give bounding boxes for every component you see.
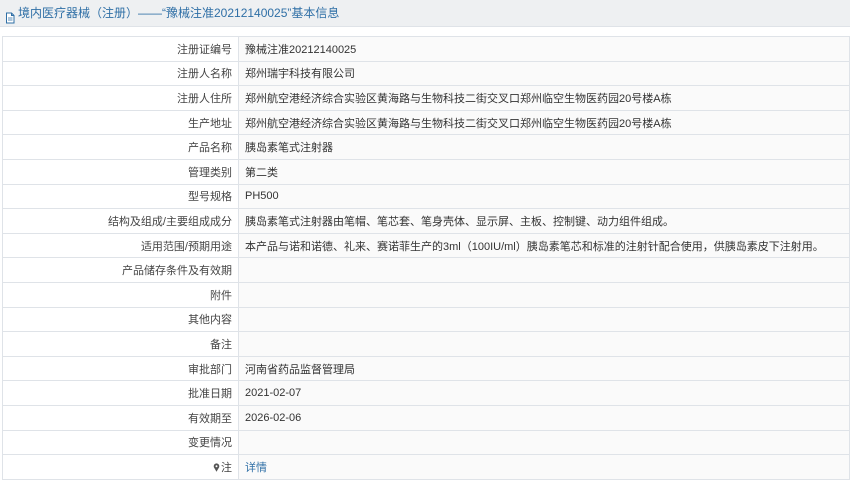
row-value: 河南省药品监督管理局 bbox=[238, 355, 850, 382]
row-label: 注册人住所 bbox=[2, 85, 239, 111]
row-label: 适用范围/预期用途 bbox=[2, 232, 239, 259]
pin-icon bbox=[213, 463, 220, 472]
table-row: 注册证编号 豫械注准20212140025 bbox=[2, 36, 850, 62]
row-label: 有效期至 bbox=[2, 404, 239, 431]
table-row: 管理类别 第二类 bbox=[2, 158, 850, 185]
row-value: 郑州航空港经济综合实验区黄海路与生物科技二街交叉口郑州临空生物医药园20号楼A栋 bbox=[238, 109, 850, 136]
note-row: 注 详情 bbox=[2, 454, 850, 480]
row-value: 本产品与诺和诺德、礼来、赛诺菲生产的3ml（100IU/ml）胰岛素笔芯和标准的… bbox=[238, 232, 850, 259]
detail-link[interactable]: 详情 bbox=[245, 462, 267, 474]
row-value: 第二类 bbox=[238, 158, 850, 185]
note-label-cell: 注 bbox=[2, 454, 239, 480]
page-title: 境内医疗器械（注册）——“豫械注准20212140025”基本信息 bbox=[18, 6, 340, 20]
table-row: 批准日期 2021-02-07 bbox=[2, 380, 850, 406]
row-label: 备注 bbox=[2, 331, 239, 357]
table-row: 产品储存条件及有效期 bbox=[2, 257, 850, 283]
row-value bbox=[238, 281, 850, 308]
row-label: 生产地址 bbox=[2, 109, 239, 136]
row-label: 型号规格 bbox=[2, 183, 239, 210]
document-icon bbox=[4, 7, 16, 24]
row-label: 管理类别 bbox=[2, 158, 239, 185]
table-row: 附件 bbox=[2, 281, 850, 308]
row-value: PH500 bbox=[238, 183, 850, 210]
table-row: 产品名称 胰岛素笔式注射器 bbox=[2, 134, 850, 160]
row-label: 注册人名称 bbox=[2, 60, 239, 87]
row-value: 胰岛素笔式注射器 bbox=[238, 134, 850, 160]
row-label: 产品储存条件及有效期 bbox=[2, 257, 239, 283]
info-table: 注册证编号 豫械注准20212140025 注册人名称 郑州瑞宇科技有限公司 注册人… bbox=[2, 36, 850, 480]
table-row: 有效期至 2026-02-06 bbox=[2, 404, 850, 431]
row-label: 审批部门 bbox=[2, 355, 239, 382]
table-row: 注册人名称 郑州瑞宇科技有限公司 bbox=[2, 60, 850, 87]
row-value bbox=[238, 429, 850, 456]
row-label: 注册证编号 bbox=[2, 36, 239, 62]
note-value-cell: 详情 bbox=[238, 454, 850, 480]
note-label: 注 bbox=[221, 461, 232, 474]
row-value bbox=[238, 331, 850, 357]
row-value bbox=[238, 306, 850, 333]
row-value: 郑州瑞宇科技有限公司 bbox=[238, 60, 850, 87]
row-value: 胰岛素笔式注射器由笔帽、笔芯套、笔身壳体、显示屏、主板、控制键、动力组件组成。 bbox=[238, 208, 850, 234]
row-value: 豫械注准20212140025 bbox=[238, 36, 850, 62]
row-label: 变更情况 bbox=[2, 429, 239, 456]
row-label: 结构及组成/主要组成成分 bbox=[2, 208, 239, 234]
row-label: 其他内容 bbox=[2, 306, 239, 333]
table-row: 生产地址 郑州航空港经济综合实验区黄海路与生物科技二街交叉口郑州临空生物医药园20… bbox=[2, 109, 850, 136]
detail-panel: 注册证编号 豫械注准20212140025 注册人名称 郑州瑞宇科技有限公司 注册人… bbox=[0, 27, 850, 480]
row-value: 2026-02-06 bbox=[238, 404, 850, 431]
row-label: 批准日期 bbox=[2, 380, 239, 406]
table-row: 审批部门 河南省药品监督管理局 bbox=[2, 355, 850, 382]
table-row: 适用范围/预期用途 本产品与诺和诺德、礼来、赛诺菲生产的3ml（100IU/ml）… bbox=[2, 232, 850, 259]
table-row: 其他内容 bbox=[2, 306, 850, 333]
table-row: 结构及组成/主要组成成分 胰岛素笔式注射器由笔帽、笔芯套、笔身壳体、显示屏、主板、… bbox=[2, 208, 850, 234]
table-row: 型号规格 PH500 bbox=[2, 183, 850, 210]
table-row: 注册人住所 郑州航空港经济综合实验区黄海路与生物科技二街交叉口郑州临空生物医药园2… bbox=[2, 85, 850, 111]
page-header: 境内医疗器械（注册）——“豫械注准20212140025”基本信息 bbox=[0, 0, 850, 27]
table-row: 备注 bbox=[2, 331, 850, 357]
row-value: 2021-02-07 bbox=[238, 380, 850, 406]
row-value: 郑州航空港经济综合实验区黄海路与生物科技二街交叉口郑州临空生物医药园20号楼A栋 bbox=[238, 85, 850, 111]
row-label: 附件 bbox=[2, 281, 239, 308]
row-label: 产品名称 bbox=[2, 134, 239, 160]
row-value bbox=[238, 257, 850, 283]
table-row: 变更情况 bbox=[2, 429, 850, 456]
